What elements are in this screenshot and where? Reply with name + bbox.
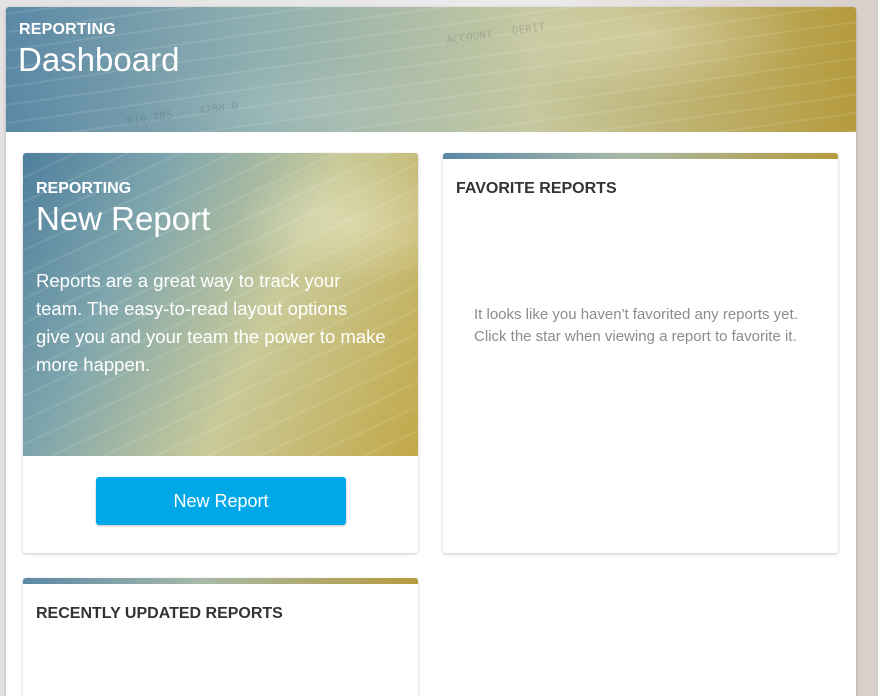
favorite-reports-card: FAVORITE REPORTS It looks like you haven… [443,153,838,553]
new-report-title: New Report [36,200,211,237]
favorite-reports-heading: FAVORITE REPORTS [456,180,617,197]
page-title: Dashboard [18,41,180,78]
recently-updated-reports-card: RECENTLY UPDATED REPORTS [23,578,418,696]
header-section-label: REPORTING [19,21,116,38]
header-background-figures: 818.785 ·· 4288 0 [125,99,239,128]
new-report-description: Reports are a great way to track your te… [36,270,386,375]
dashboard-header: 818.785 ·· 4288 0 ACCOUNT · DEBIT REPORT… [6,7,856,132]
new-report-button[interactable]: New Report [96,477,346,525]
dashboard-panel: 818.785 ·· 4288 0 ACCOUNT · DEBIT REPORT… [6,7,856,696]
card-accent-strip [23,578,418,584]
header-background-figures: ACCOUNT · DEBIT [445,20,546,47]
card-accent-strip [443,153,838,159]
new-report-hero: REPORTING New Report Reports are a great… [23,153,418,456]
favorites-empty-message: It looks like you haven't favorited any … [474,306,798,345]
new-report-card: REPORTING New Report Reports are a great… [23,153,418,553]
recently-updated-reports-heading: RECENTLY UPDATED REPORTS [36,605,283,622]
new-report-section-label: REPORTING [36,180,132,197]
